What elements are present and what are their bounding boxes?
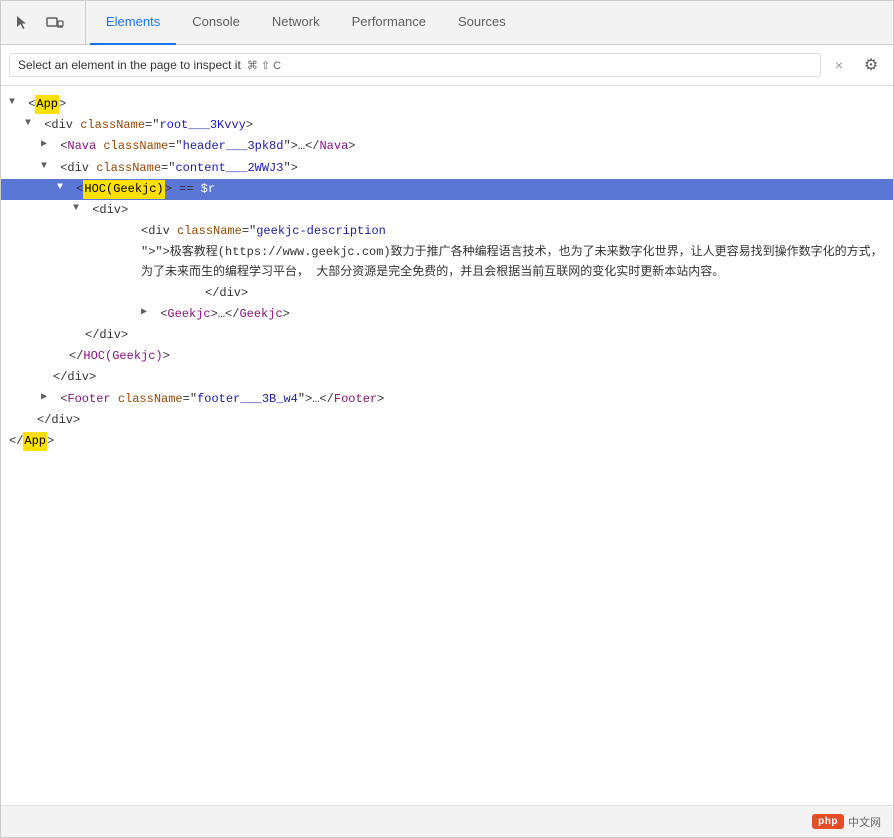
attr-value-desc: geekjc-description [256,222,386,241]
select-element-button[interactable] [9,9,37,37]
tab-console[interactable]: Console [176,1,256,45]
tree-line-div-inner[interactable]: <div> [1,200,893,221]
tab-elements[interactable]: Elements [90,1,176,45]
tab-bar: Elements Console Network Performance Sou… [1,1,893,45]
tree-line-footer[interactable]: <Footer className="footer___3B_w4">…</Fo… [1,389,893,410]
toolbar-icons [9,1,86,44]
tree-line-hoc[interactable]: <HOC(Geekjc)> == $r [1,179,893,200]
inspect-close-button[interactable]: × [829,55,849,75]
triangle-geekjc[interactable] [141,305,153,321]
tree-line-div-inner-close[interactable]: </div> [1,325,893,346]
tag-app-close: App [23,432,47,451]
tag-hoc: HOC(Geekjc) [83,180,164,199]
attr-classname-nava: className [96,137,168,156]
triangle-footer[interactable] [41,390,53,406]
tag-nava-close: Nava [319,137,348,156]
inspect-shortcut: ⌘ ⇧ C [247,59,281,72]
php-logo-badge: php [812,814,844,829]
tab-network[interactable]: Network [256,1,336,45]
attr-classname-footer: className [111,390,183,409]
inspect-text-box: Select an element in the page to inspect… [9,53,821,77]
desc-text-content: ">极客教程(https://www.geekjc.com)致力于推广各种编程语… [141,245,883,278]
triangle-hoc[interactable] [57,180,69,196]
elements-panel: <App> <div className="root___3Kvvy> <Nav… [1,86,893,805]
attr-value-nava: header___3pk8d [183,137,284,156]
attr-classname-content: className [96,159,161,178]
attr-value-content: content___2WWJ3 [175,159,283,178]
tab-performance[interactable]: Performance [336,1,442,45]
triangle-div-inner[interactable] [73,201,85,217]
inspect-bar: Select an element in the page to inspect… [1,45,893,86]
attr-value-root: root___3Kvvy [159,116,245,135]
tab-sources[interactable]: Sources [442,1,522,45]
devtools-panel: Elements Console Network Performance Sou… [0,0,894,838]
dollar-r: $r [201,180,215,199]
tag-footer-close: Footer [334,390,377,409]
tag-nava: Nava [67,137,96,156]
tree-line-div-root-close[interactable]: </div> [1,410,893,431]
tree-line-app-open[interactable]: <App> [1,94,893,115]
triangle-div-root[interactable] [25,116,37,132]
tag-geekjc: Geekjc [167,305,210,324]
triangle-div-content[interactable] [41,159,53,175]
tree-line-app-close[interactable]: </App> [1,431,893,452]
desc-text-block: ">">极客教程(https://www.geekjc.com)致力于推广各种编… [1,242,893,282]
attr-value-footer: footer___3B_w4 [197,390,298,409]
site-name: 中文网 [848,814,881,830]
tag-app-open: App [35,95,59,114]
tree-line-div-desc[interactable]: <div className="geekjc-description [1,221,893,242]
attr-classname-root: className [80,116,145,135]
tree-line-div-content-close[interactable]: </div> [1,367,893,388]
triangle-nava[interactable] [41,137,53,153]
tree-line-div-desc-close[interactable]: </div> [1,283,893,304]
settings-button[interactable]: ⚙ [857,51,885,79]
tag-hoc-close: HOC(Geekjc) [83,347,162,366]
tree-line-hoc-close[interactable]: </HOC(Geekjc)> [1,346,893,367]
tree-line-div-content[interactable]: <div className="content___2WWJ3"> [1,158,893,179]
tree-line-geekjc[interactable]: <Geekjc>…</Geekjc> [1,304,893,325]
tag-geekjc-close: Geekjc [239,305,282,324]
tree-line-nava[interactable]: <Nava className="header___3pk8d">…</Nava… [1,136,893,157]
triangle-app[interactable] [9,95,21,111]
responsive-mode-button[interactable] [41,9,69,37]
bottom-bar: php 中文网 [1,805,893,837]
attr-classname-desc: className [177,222,242,241]
tag-footer: Footer [67,390,110,409]
tree-line-div-root[interactable]: <div className="root___3Kvvy> [1,115,893,136]
